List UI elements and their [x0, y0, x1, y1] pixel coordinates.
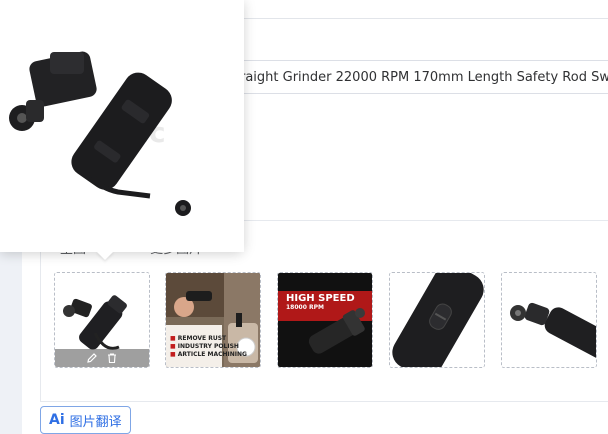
thumbnail-1[interactable]	[54, 272, 150, 368]
feature-line: ■ INDUSTRY POLISH	[170, 343, 239, 350]
feature-badge: ■ REMOVE RUST ■ INDUSTRY POLISH ■ ARTICL…	[170, 335, 247, 359]
thumbnail-2[interactable]: ■ REMOVE RUST ■ INDUSTRY POLISH ■ ARTICL…	[165, 272, 261, 368]
grinder-closeup-image	[390, 273, 484, 367]
grinder-preview-image: ec	[0, 0, 244, 252]
product-title-field[interactable]: raight Grinder 22000 RPM 170mm Length Sa…	[240, 60, 608, 94]
thumbnail-toolbar	[55, 349, 149, 367]
thumbnail-4[interactable]	[389, 272, 485, 368]
ai-icon: Ai	[49, 412, 65, 428]
image-preview-popover: ec	[0, 0, 244, 252]
thumbnail-3[interactable]: HIGH SPEED 18000 RPM	[277, 272, 373, 368]
grinder-collet-image	[502, 273, 596, 367]
feature-line: ■ REMOVE RUST	[170, 335, 227, 342]
image-translate-label: 图片翻译	[69, 414, 122, 430]
image-translate-button[interactable]: Ai 图片翻译	[40, 406, 131, 434]
trash-icon[interactable]	[106, 352, 118, 364]
thumbnail-5[interactable]	[501, 272, 597, 368]
feature-line: ■ ARTICLE MACHINING	[170, 351, 247, 358]
speed-badge: HIGH SPEED 18000 RPM	[286, 293, 355, 311]
divider	[240, 18, 608, 19]
high-speed-image	[278, 273, 372, 367]
pencil-icon[interactable]	[86, 352, 98, 364]
popover-arrow	[96, 251, 114, 260]
